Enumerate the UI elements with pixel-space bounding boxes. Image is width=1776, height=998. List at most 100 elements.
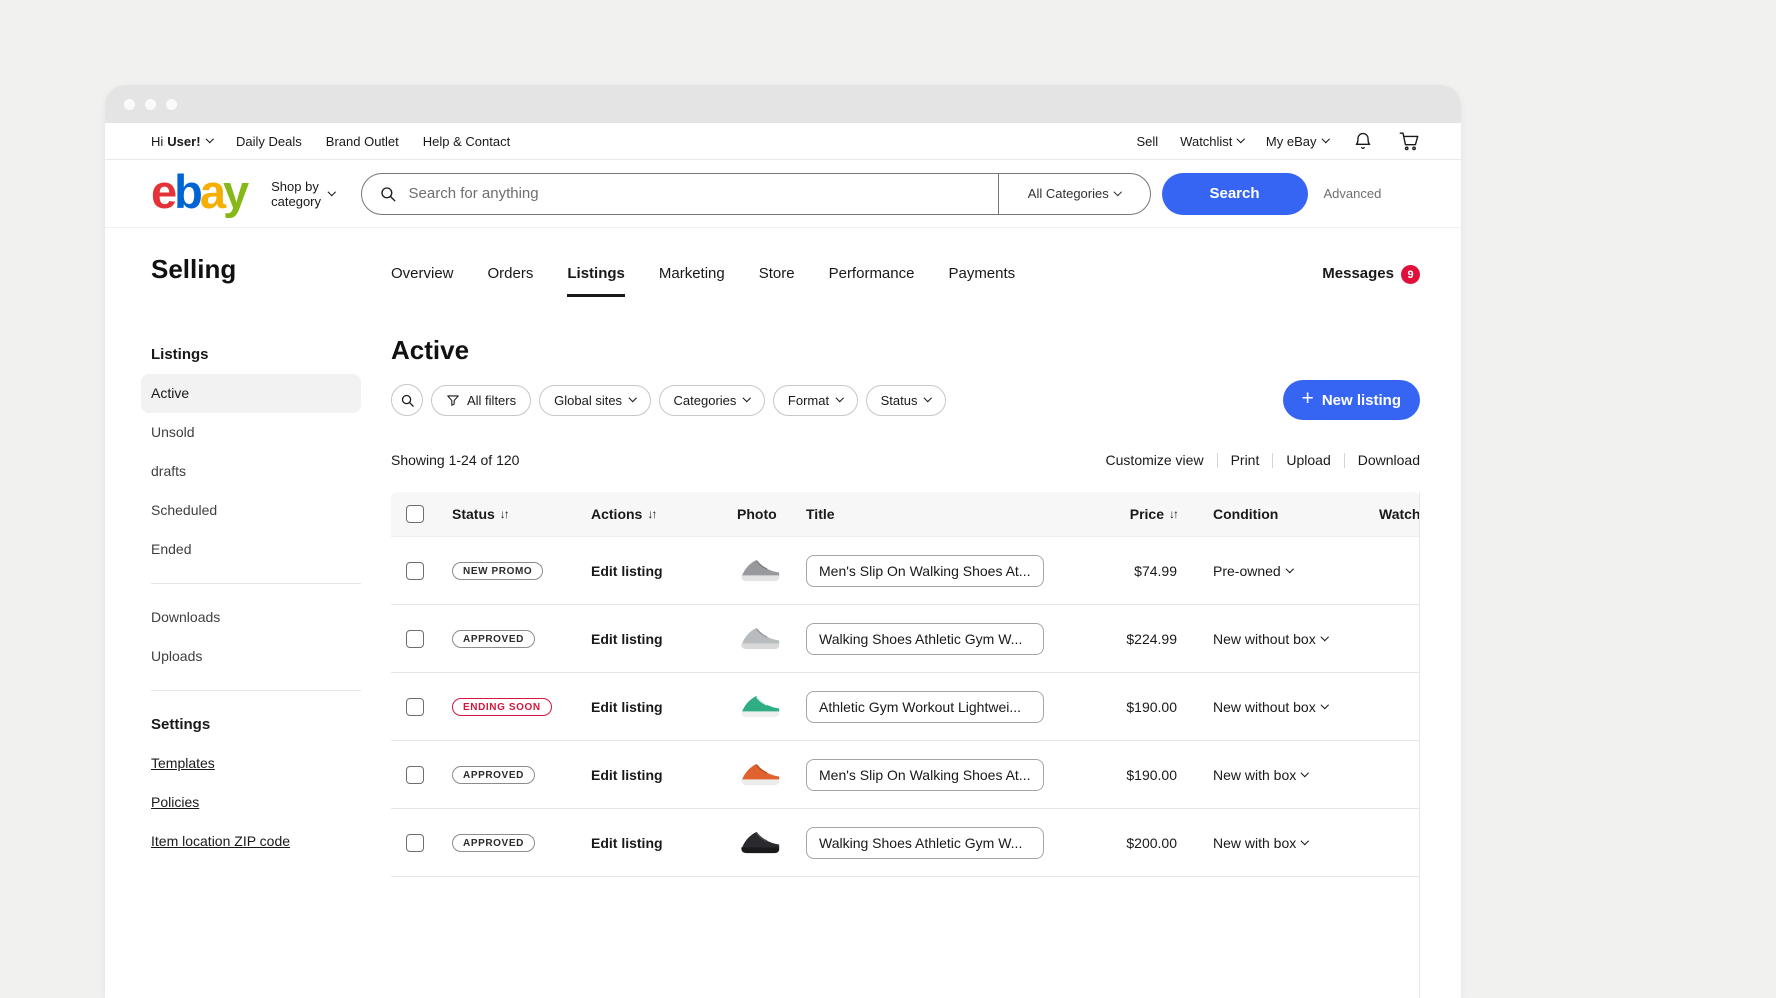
chevron-down-icon (1113, 187, 1122, 196)
orange-sneaker-photo (737, 760, 783, 790)
seller-tabs: Overview Orders Listings Marketing Store Perf… (391, 265, 1015, 297)
row-actions-cell: Edit listing (591, 767, 737, 783)
ebay-logo[interactable]: ebay (151, 168, 249, 215)
cart-icon[interactable] (1398, 130, 1420, 152)
tab-performance[interactable]: Performance (829, 265, 915, 297)
topnav-link-watchlist[interactable]: Watchlist (1180, 134, 1246, 149)
sidebar-item-templates[interactable]: Templates (141, 744, 361, 783)
filter-pill-global-sites[interactable]: Global sites (539, 384, 651, 416)
messages-link[interactable]: Messages 9 (1322, 264, 1420, 284)
new-listing-button[interactable]: + New listing (1282, 380, 1420, 420)
row-select-cell (391, 697, 452, 716)
search-listings-button[interactable] (391, 384, 423, 416)
row-select-cell (391, 561, 452, 580)
green-sneaker-photo (737, 692, 783, 722)
condition-dropdown[interactable]: New with box (1213, 767, 1309, 783)
topnav-link-my-ebay[interactable]: My eBay (1266, 134, 1330, 149)
listing-title-box[interactable]: Walking Shoes Athletic Gym W... (806, 826, 1044, 859)
edit-listing-link[interactable]: Edit listing (591, 699, 663, 715)
tab-listings[interactable]: Listings (567, 265, 625, 297)
results-summary: Showing 1-24 of 120 (391, 452, 520, 468)
header-cell-checkbox (391, 505, 452, 523)
tab-overview[interactable]: Overview (391, 265, 454, 297)
row-checkbox[interactable] (406, 561, 424, 580)
header-cell-actions[interactable]: Actions ↓↑ (591, 506, 737, 522)
row-checkbox[interactable] (406, 629, 424, 648)
bell-icon[interactable] (1353, 131, 1373, 151)
table-row: APPROVED Edit listing Men's Slip On Walkin… (391, 741, 1419, 809)
listing-title-box[interactable]: Men's Slip On Walking Shoes At... (806, 758, 1044, 791)
gray-sneaker-photo (737, 556, 783, 586)
tab-marketing[interactable]: Marketing (659, 265, 725, 297)
account-greeting[interactable]: Hi User! (151, 133, 214, 149)
shop-by-category[interactable]: Shop by category (271, 179, 336, 209)
sidebar-item-uploads[interactable]: Uploads (141, 637, 361, 676)
sidebar-item-unsold[interactable]: Unsold (141, 413, 361, 452)
advanced-search-link[interactable]: Advanced (1324, 186, 1382, 201)
sidebar-group-listings: Active Unsold drafts Scheduled Ended (141, 374, 361, 569)
toolbar-link-upload[interactable]: Upload (1286, 452, 1330, 468)
header-cell-status[interactable]: Status ↓↑ (452, 506, 591, 522)
condition-dropdown[interactable]: New without box (1213, 699, 1329, 715)
sidebar-divider (151, 690, 361, 691)
sidebar-item-drafts[interactable]: drafts (141, 452, 361, 491)
condition-dropdown[interactable]: New without box (1213, 631, 1329, 647)
filter-pill-label: Global sites (554, 392, 623, 408)
search-input[interactable] (406, 184, 998, 203)
category-dropdown[interactable]: All Categories (997, 173, 1150, 214)
topnav-link-help-contact[interactable]: Help & Contact (423, 134, 510, 149)
header-cell-watch: Watch (1356, 506, 1419, 522)
sidebar-item-active[interactable]: Active (141, 374, 361, 413)
tab-payments[interactable]: Payments (948, 265, 1015, 297)
plus-icon: + (1301, 387, 1314, 410)
sidebar-item-ended[interactable]: Ended (141, 530, 361, 569)
tab-store[interactable]: Store (759, 265, 795, 297)
filter-pill-format[interactable]: Format (772, 384, 858, 416)
sidebar-item-downloads[interactable]: Downloads (141, 598, 361, 637)
edit-listing-link[interactable]: Edit listing (591, 631, 663, 647)
status-badge: APPROVED (452, 833, 535, 852)
select-all-checkbox[interactable] (406, 505, 424, 523)
all-filters-button[interactable]: All filters (431, 384, 532, 416)
filter-pills: Global sites Categories Format Status (539, 384, 946, 416)
listing-title-box[interactable]: Men's Slip On Walking Shoes At... (806, 554, 1044, 587)
edit-listing-link[interactable]: Edit listing (591, 767, 663, 783)
filter-pill-status[interactable]: Status (865, 384, 946, 416)
toolbar-link-print[interactable]: Print (1231, 452, 1260, 468)
listing-price: $224.99 (1126, 630, 1177, 647)
sidebar-item-item-location-zip-code[interactable]: Item location ZIP code (141, 822, 361, 861)
edit-listing-link[interactable]: Edit listing (591, 835, 663, 851)
listing-title-box[interactable]: Walking Shoes Athletic Gym W... (806, 622, 1044, 655)
filter-pill-categories[interactable]: Categories (658, 384, 765, 416)
edit-listing-link[interactable]: Edit listing (591, 563, 663, 579)
chevron-down-icon (1320, 700, 1329, 709)
chevron-down-icon (628, 394, 637, 402)
greeting-name: User! (167, 133, 201, 149)
sidebar-item-policies[interactable]: Policies (141, 783, 361, 822)
row-title-cell: Men's Slip On Walking Shoes At... (806, 554, 1091, 587)
chevron-down-icon (924, 394, 933, 402)
search-button[interactable]: Search (1161, 172, 1308, 215)
sidebar-header-listings: Listings (151, 346, 209, 363)
condition-dropdown[interactable]: Pre-owned (1213, 563, 1294, 579)
toolbar-separator (1216, 452, 1218, 468)
topnav-link-sell[interactable]: Sell (1136, 134, 1158, 149)
sidebar-item-scheduled[interactable]: Scheduled (141, 491, 361, 530)
topnav-link-brand-outlet[interactable]: Brand Outlet (326, 134, 399, 149)
section-heading: Active (391, 335, 470, 365)
condition-dropdown[interactable]: New with box (1213, 835, 1309, 851)
new-listing-label: New listing (1321, 391, 1401, 409)
listing-title-box[interactable]: Athletic Gym Workout Lightwei... (806, 690, 1044, 723)
row-checkbox[interactable] (406, 765, 424, 784)
header-cell-price[interactable]: Price ↓↑ (1091, 506, 1191, 522)
page-body: Listings Active Unsold drafts Scheduled Ende… (105, 297, 1461, 998)
toolbar-link-customize-view[interactable]: Customize view (1106, 452, 1204, 468)
topnav-link-daily-deals[interactable]: Daily Deals (236, 134, 302, 149)
tab-orders[interactable]: Orders (488, 265, 534, 297)
row-checkbox[interactable] (406, 833, 424, 852)
row-actions-cell: Edit listing (591, 699, 737, 715)
row-checkbox[interactable] (406, 697, 424, 716)
header-cell-photo: Photo (737, 506, 806, 522)
toolbar-link-download[interactable]: Download (1358, 452, 1420, 468)
row-title-cell: Walking Shoes Athletic Gym W... (806, 826, 1091, 859)
